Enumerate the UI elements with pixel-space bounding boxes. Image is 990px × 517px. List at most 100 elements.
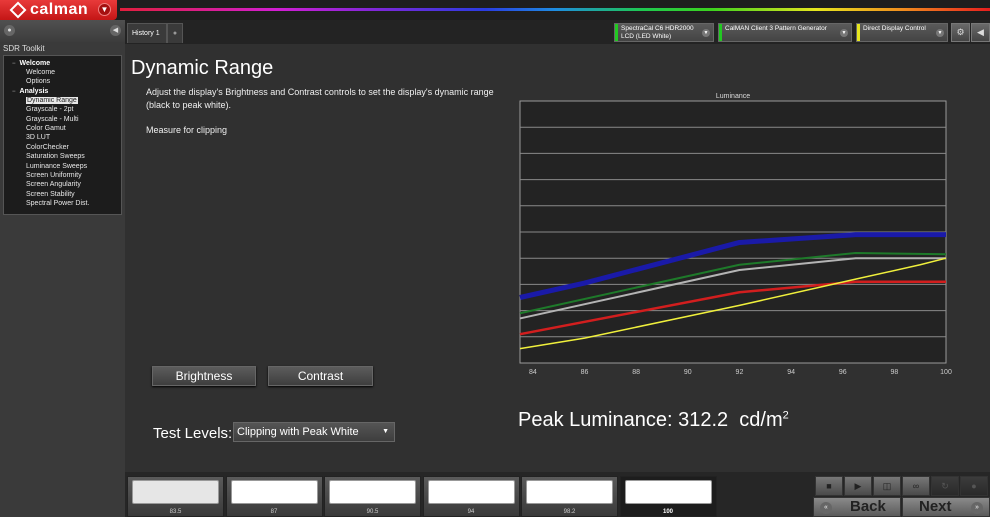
tree-group-welcome[interactable]: Welcome (4, 59, 121, 68)
workflow-tree: WelcomeWelcome OptionsAnalysisDynamic Ran… (3, 55, 122, 215)
tree-item-welcome[interactable]: Welcome (4, 68, 121, 77)
tree-item-screen-uniformity[interactable]: Screen Uniformity (4, 171, 121, 180)
tree-item-label: 3D LUT (26, 134, 51, 142)
tree-item-screen-stability[interactable]: Screen Stability (4, 190, 121, 199)
swatch-label: 100 (662, 509, 673, 515)
tab-history-1[interactable]: History 1 (127, 23, 167, 43)
tree-item-color-gamut[interactable]: Color Gamut (4, 124, 121, 133)
peak-luminance-value: 312.2 (678, 409, 729, 431)
swatch-button[interactable]: 94 (422, 476, 520, 517)
page-description: Adjust the display's Brightness and Cont… (146, 87, 494, 110)
pattern-generator-selector[interactable]: CalMAN Client 3 Pattern Generator ▼ (718, 23, 852, 42)
test-levels-dropdown[interactable]: Clipping with Peak White ▼ (233, 422, 395, 442)
swatch-button[interactable]: 100 (619, 476, 717, 517)
color-swatch (230, 480, 318, 504)
pattern-generator-name: CalMAN Client 3 Pattern Generator (725, 25, 827, 32)
color-swatch (526, 480, 613, 504)
color-swatch (427, 480, 515, 504)
tree-group-analysis[interactable]: Analysis (4, 87, 121, 96)
sync-icon[interactable]: ↻ (931, 476, 959, 496)
display-control-name: Direct Display Control (863, 25, 926, 32)
tree-item-label: Saturation Sweeps (26, 153, 85, 161)
tree-item-grayscale-2pt[interactable]: Grayscale - 2pt (4, 105, 121, 114)
swatch-button[interactable]: 87 (225, 476, 323, 517)
sidebar-home-icon[interactable]: ● (4, 25, 15, 36)
swatch-label: 94 (467, 509, 475, 515)
tree-item-3d-lut[interactable]: 3D LUT (4, 133, 121, 142)
x-tick-label: 90 (684, 369, 692, 376)
tree-item-luminance-sweeps[interactable]: Luminance Sweeps (4, 162, 121, 171)
top-bar: calman ▼ (0, 0, 990, 20)
add-tab-button[interactable]: ● (167, 23, 183, 43)
swatch-button[interactable]: 83.5 (127, 476, 224, 517)
unit-superscript: 2 (782, 409, 789, 422)
color-swatch (329, 480, 416, 504)
color-swatch (132, 480, 219, 504)
chevron-down-icon[interactable]: ▼ (98, 3, 111, 16)
x-tick-label: 100 (940, 369, 952, 376)
meter-selector[interactable]: SpectraCal C6 HDR2000 LCD (LED White) ▼ (614, 23, 714, 42)
x-tick-label: 84 (529, 369, 537, 376)
next-label: Next (919, 498, 952, 515)
tree-item-label: Screen Uniformity (26, 171, 82, 179)
collapse-left-icon[interactable]: ◀ (110, 25, 121, 36)
rainbow-bar (120, 8, 990, 11)
collapse-right-icon[interactable]: ◀ (971, 23, 990, 42)
tree-item-label: Dynamic Range (26, 96, 78, 104)
instruction-text: Measure for clipping (146, 125, 228, 135)
tree-item-dynamic-range[interactable]: Dynamic Range (4, 96, 121, 105)
tree-item-colorchecker[interactable]: ColorChecker (4, 143, 121, 152)
tree-item-label: Screen Stability (26, 190, 75, 198)
stop-icon[interactable]: ■ (815, 476, 843, 496)
peak-luminance-label: Peak Luminance: (518, 409, 673, 431)
tree-item-options[interactable]: Options (4, 77, 121, 86)
chevron-down-icon[interactable]: ▼ (936, 29, 944, 37)
color-swatch (624, 480, 712, 504)
measurement-controls: ■ ▶ ◫ ∞ ↻ ● « Back Next » (813, 476, 990, 517)
chevron-down-icon[interactable]: ▼ (702, 29, 710, 37)
read-continuous-icon[interactable]: ∞ (902, 476, 930, 496)
tree-item-label: ColorChecker (26, 143, 69, 151)
swatch-label: 87 (270, 509, 278, 515)
peak-luminance-unit: cd/m (739, 409, 783, 431)
tree-item-label: Screen Angularity (26, 181, 81, 189)
back-label: Back (850, 498, 886, 515)
tree-item-saturation-sweeps[interactable]: Saturation Sweeps (4, 152, 121, 161)
back-button[interactable]: « Back (813, 497, 901, 517)
brightness-button[interactable]: Brightness (152, 366, 256, 386)
page-title: Dynamic Range (131, 57, 274, 79)
main-panel: Dynamic Range Adjust the display's Brigh… (125, 44, 990, 472)
calman-logo-icon (9, 1, 27, 19)
tree-item-grayscale-multi[interactable]: Grayscale - Multi (4, 115, 121, 124)
x-tick-label: 94 (787, 369, 795, 376)
sidebar: ● ◀ SDR Toolkit WelcomeWelcome OptionsAna… (0, 20, 125, 517)
swatch-button[interactable]: 90.5 (324, 476, 421, 517)
play-icon[interactable]: ▶ (844, 476, 872, 496)
tree-item-screen-angularity[interactable]: Screen Angularity (4, 180, 121, 189)
swatch-button[interactable]: 98.2 (521, 476, 618, 517)
next-button[interactable]: Next » (902, 497, 990, 517)
display-control-selector[interactable]: Direct Display Control ▼ (856, 23, 948, 42)
x-tick-label: 96 (839, 369, 847, 376)
contrast-button[interactable]: Contrast (268, 366, 373, 386)
chart-title: Luminance (716, 93, 750, 100)
tree-item-label: Spectral Power Dist. (26, 200, 90, 208)
chevron-down-icon: ▼ (382, 428, 389, 435)
calman-logo-menu[interactable]: calman ▼ (0, 0, 117, 20)
meter-name: SpectraCal C6 HDR2000 (621, 25, 694, 32)
swatch-label: 90.5 (366, 509, 379, 515)
settings-gear-icon[interactable]: ⚙ (951, 23, 970, 42)
tab-bar: History 1 ● SpectraCal C6 HDR2000 LCD (L… (125, 20, 990, 44)
back-arrow-icon: « (820, 502, 832, 514)
tree-item-label: Welcome (26, 69, 56, 76)
x-tick-label: 98 (890, 369, 898, 376)
x-tick-label: 86 (581, 369, 589, 376)
swatch-label: 98.2 (563, 509, 576, 515)
options-icon[interactable]: ● (960, 476, 988, 496)
save-icon[interactable]: ◫ (873, 476, 901, 496)
tree-item-label: Options (26, 78, 51, 86)
tree-item-spectral-power-dist[interactable]: Spectral Power Dist. (4, 199, 121, 208)
chevron-down-icon[interactable]: ▼ (840, 29, 848, 37)
sidebar-header: ● ◀ (0, 20, 125, 42)
x-tick-label: 92 (736, 369, 744, 376)
